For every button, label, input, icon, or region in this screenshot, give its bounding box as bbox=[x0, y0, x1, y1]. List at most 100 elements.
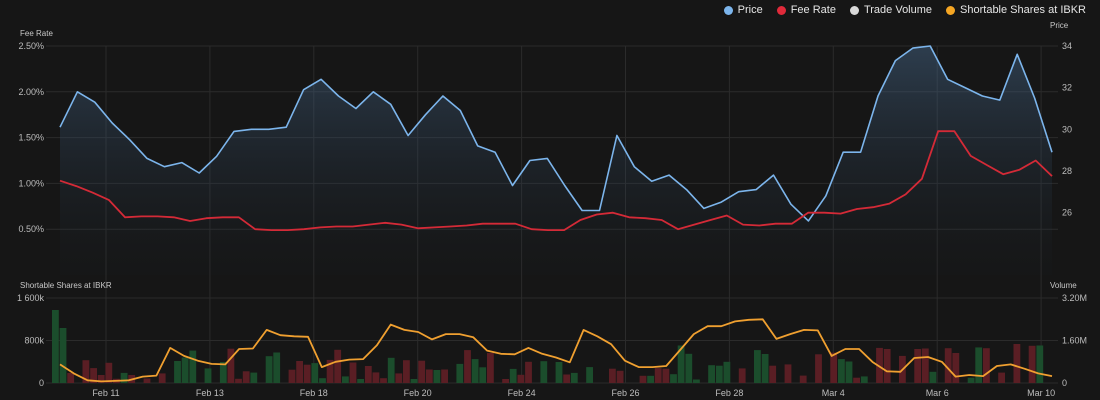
y-right-axis-title: Volume bbox=[1050, 281, 1077, 290]
volume-bar bbox=[929, 371, 937, 383]
volume-bar bbox=[380, 378, 387, 383]
volume-bar bbox=[319, 378, 326, 383]
y-left-tick-label: 1.50% bbox=[18, 133, 44, 143]
volume-bar bbox=[250, 372, 258, 383]
volume-bar bbox=[181, 357, 189, 383]
volume-bar bbox=[105, 362, 113, 383]
x-tick-label: Feb 28 bbox=[715, 388, 743, 398]
volume-bar bbox=[288, 369, 296, 383]
volume-bar bbox=[67, 372, 75, 383]
y-left-tick-label: 0 bbox=[39, 378, 44, 388]
volume-bar bbox=[761, 354, 769, 383]
y-left-axis-title: Shortable Shares at IBKR bbox=[20, 281, 112, 290]
volume-bar bbox=[830, 352, 838, 383]
volume-bar bbox=[265, 356, 273, 383]
x-tick-label: Feb 20 bbox=[404, 388, 432, 398]
volume-bar bbox=[517, 374, 525, 383]
x-tick-label: Feb 18 bbox=[300, 388, 328, 398]
volume-bar bbox=[723, 361, 731, 384]
y-right-tick-label: 30 bbox=[1062, 124, 1072, 134]
y-left-tick-label: 1.00% bbox=[18, 178, 44, 188]
volume-bar bbox=[563, 374, 571, 383]
volume-bar bbox=[616, 370, 624, 383]
volume-bar bbox=[403, 360, 410, 383]
y-right-axis-title: Price bbox=[1050, 21, 1069, 30]
volume-bar bbox=[586, 367, 593, 383]
x-tick-label: Feb 24 bbox=[508, 388, 536, 398]
x-tick-label: Feb 26 bbox=[611, 388, 639, 398]
volume-bar bbox=[662, 368, 670, 383]
volume-bar bbox=[471, 359, 479, 383]
volume-bar bbox=[387, 357, 395, 383]
y-left-axis-title: Fee Rate bbox=[20, 29, 53, 38]
volume-bar bbox=[685, 353, 693, 383]
y-right-tick-label: 34 bbox=[1062, 41, 1072, 51]
y-left-tick-label: 800k bbox=[24, 336, 44, 346]
y-right-tick-label: 0 bbox=[1062, 378, 1067, 388]
volume-bar bbox=[334, 349, 342, 383]
volume-bar bbox=[464, 350, 471, 383]
volume-bar bbox=[708, 365, 715, 383]
volume-bar bbox=[555, 362, 563, 383]
volume-bar bbox=[693, 379, 700, 383]
volume-bar bbox=[349, 362, 357, 383]
chart-svg: Feb 11 Feb 13 Feb 18 Feb 20 Feb 24 Feb 26 Feb … bbox=[17, 21, 1087, 398]
volume-bar bbox=[395, 373, 403, 383]
x-tick-label: Mar 4 bbox=[822, 388, 845, 398]
price-area-fill bbox=[60, 46, 1052, 275]
volume-bar bbox=[784, 364, 792, 383]
volume-bar bbox=[52, 310, 59, 383]
y-left-tick-label: 1 600k bbox=[17, 293, 45, 303]
volume-bar bbox=[1036, 345, 1044, 383]
volume-bar bbox=[639, 375, 647, 383]
volume-bar bbox=[204, 368, 212, 383]
x-tick-label: Feb 11 bbox=[92, 388, 119, 398]
volume-bar bbox=[372, 372, 380, 383]
volume-bar bbox=[715, 365, 723, 383]
volume-bar bbox=[441, 369, 448, 383]
volume-bar bbox=[357, 379, 364, 383]
volume-bar bbox=[303, 364, 311, 383]
x-tick-label: Mar 6 bbox=[926, 388, 949, 398]
y-left-tick-label: 0.50% bbox=[18, 224, 44, 234]
volume-bar bbox=[509, 368, 517, 383]
volume-bar bbox=[425, 369, 433, 383]
volume-bar bbox=[242, 371, 250, 383]
volume-bar bbox=[670, 374, 677, 383]
volume-bar bbox=[158, 373, 166, 383]
volume-bar bbox=[883, 349, 891, 383]
y-right-tick-label: 32 bbox=[1062, 83, 1072, 93]
volume-bar bbox=[456, 363, 464, 383]
volume-bar bbox=[754, 350, 761, 383]
x-tick-label: Feb 13 bbox=[196, 388, 224, 398]
volume-bar bbox=[838, 359, 845, 383]
volume-bar bbox=[570, 372, 578, 383]
volume-bar bbox=[654, 368, 662, 383]
volume-bar bbox=[479, 367, 487, 383]
price-area bbox=[60, 46, 1052, 275]
volume-bar bbox=[235, 378, 242, 384]
volume-bar bbox=[921, 348, 929, 383]
volume-bar bbox=[433, 370, 441, 383]
volume-bar bbox=[174, 361, 181, 383]
y-left-tick-label: 2.00% bbox=[18, 87, 44, 97]
volume-bar bbox=[364, 366, 372, 383]
y-left-tick-label: 2.50% bbox=[18, 41, 44, 51]
volume-bar bbox=[487, 353, 494, 383]
volume-bar bbox=[540, 361, 548, 383]
volume-bar bbox=[998, 372, 1005, 383]
y-right-tick-label: 3.20M bbox=[1062, 293, 1087, 303]
volume-bar bbox=[845, 361, 853, 383]
volume-bar bbox=[296, 361, 303, 383]
volume-bar bbox=[189, 350, 197, 383]
volume-bar bbox=[525, 361, 532, 384]
volume-bar bbox=[143, 378, 151, 383]
volume-bar bbox=[952, 353, 960, 383]
y-right-tick-label: 28 bbox=[1062, 166, 1072, 176]
volume-bar bbox=[342, 376, 349, 383]
volume-bar bbox=[738, 368, 746, 383]
volume-bar bbox=[815, 354, 822, 383]
x-tick-label: Mar 10 bbox=[1027, 388, 1055, 398]
volume-bar bbox=[418, 360, 426, 383]
volume-bar bbox=[647, 375, 654, 383]
